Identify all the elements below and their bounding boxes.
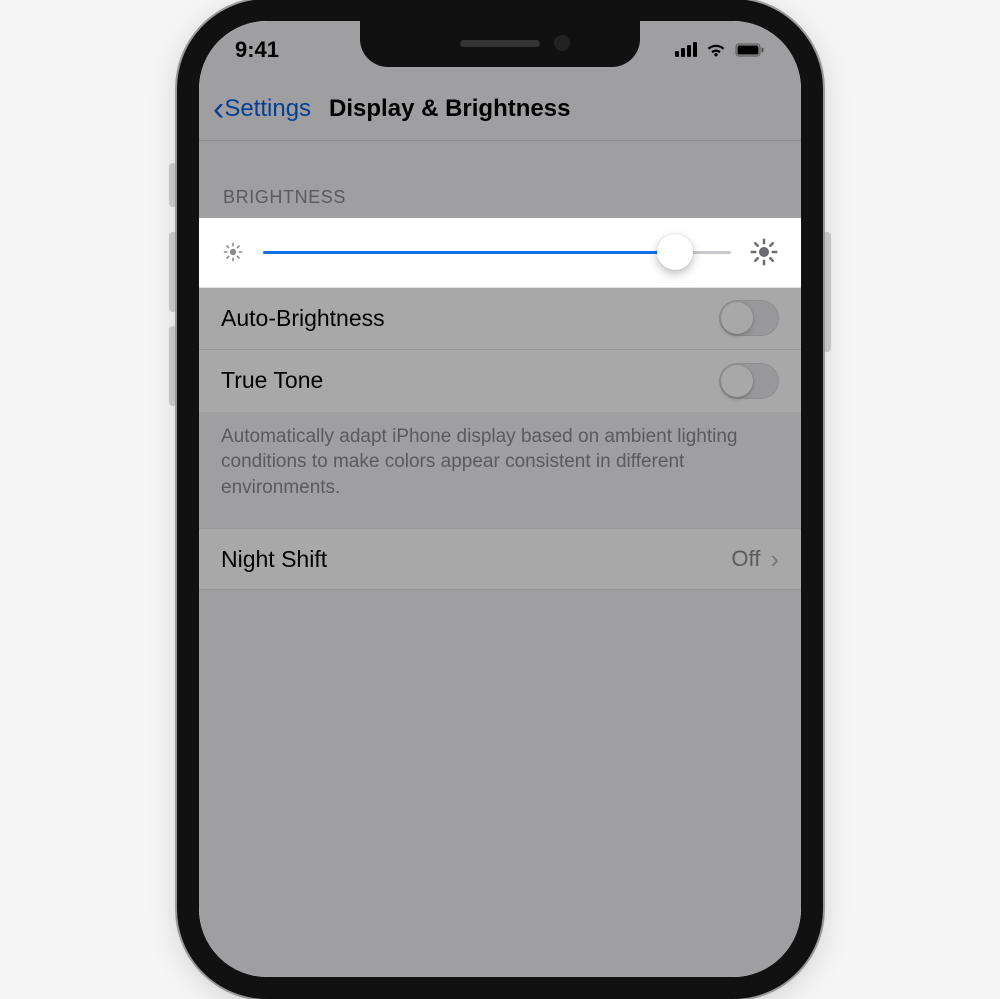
- nav-bar: ‹ Settings Display & Brightness: [199, 79, 801, 141]
- slider-thumb[interactable]: [657, 234, 693, 270]
- auto-brightness-label: Auto-Brightness: [221, 305, 385, 332]
- speaker-slot: [460, 40, 540, 47]
- power-button: [823, 232, 831, 352]
- true-tone-footer: Automatically adapt iPhone display based…: [199, 412, 801, 529]
- auto-brightness-toggle[interactable]: [719, 300, 779, 336]
- night-shift-label: Night Shift: [221, 546, 327, 573]
- true-tone-row[interactable]: True Tone: [199, 350, 801, 412]
- chevron-right-icon: ›: [770, 544, 779, 575]
- notch: [360, 21, 640, 67]
- chevron-left-icon: ‹: [213, 92, 224, 126]
- brightness-slider[interactable]: [263, 251, 731, 254]
- volume-up-button: [169, 232, 177, 312]
- battery-icon: [735, 43, 765, 57]
- night-shift-row[interactable]: Night Shift Off ›: [199, 528, 801, 590]
- brightness-high-icon: [749, 237, 779, 267]
- back-button[interactable]: ‹ Settings: [213, 92, 311, 126]
- back-label: Settings: [224, 95, 311, 123]
- status-time: 9:41: [235, 37, 279, 63]
- phone-frame: 9:41 ‹ Settings Display & Brightness: [177, 0, 823, 999]
- night-shift-value: Off: [731, 546, 760, 572]
- cellular-signal-icon: [675, 42, 697, 57]
- screen: 9:41 ‹ Settings Display & Brightness: [199, 21, 801, 977]
- brightness-slider-row[interactable]: [199, 218, 801, 288]
- mute-switch: [169, 163, 177, 207]
- true-tone-label: True Tone: [221, 367, 323, 394]
- true-tone-toggle[interactable]: [719, 363, 779, 399]
- status-right: [675, 42, 765, 58]
- volume-down-button: [169, 326, 177, 406]
- brightness-section-header: BRIGHTNESS: [199, 141, 801, 218]
- front-camera: [554, 35, 570, 51]
- page-title: Display & Brightness: [329, 95, 570, 123]
- slider-fill: [263, 251, 675, 254]
- auto-brightness-row[interactable]: Auto-Brightness: [199, 288, 801, 350]
- wifi-icon: [705, 42, 727, 58]
- brightness-low-icon: [221, 240, 245, 264]
